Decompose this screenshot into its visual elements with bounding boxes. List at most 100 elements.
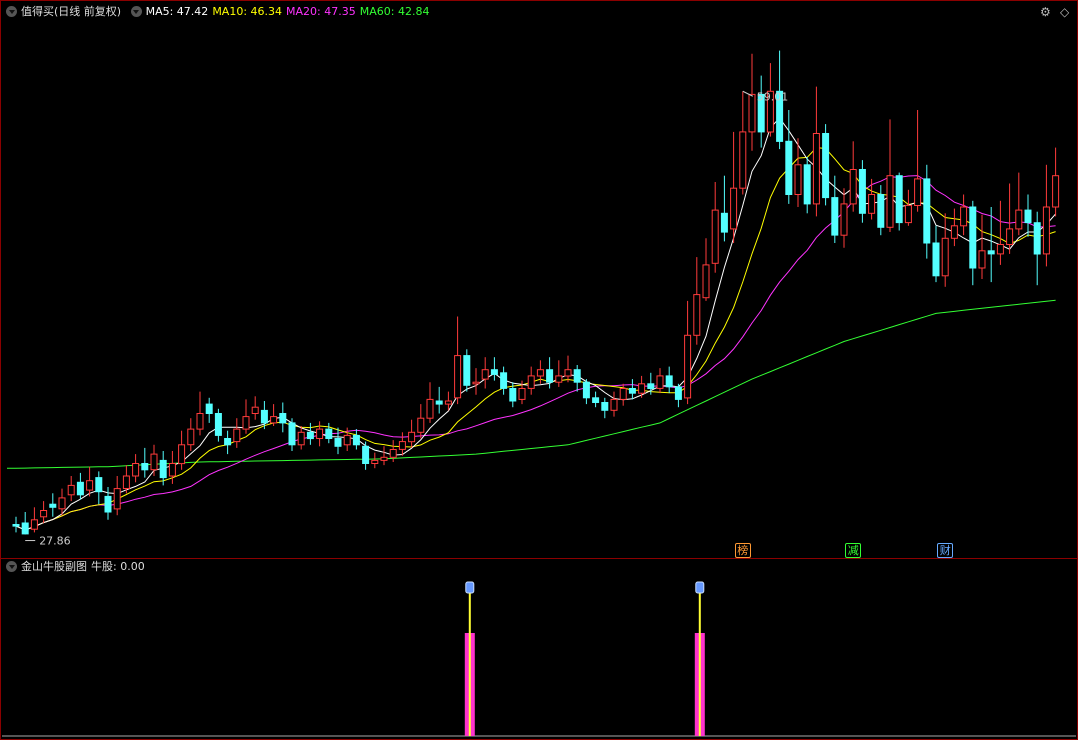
candle xyxy=(67,476,75,502)
candle xyxy=(316,421,324,447)
candle-body xyxy=(592,397,600,403)
candle-body xyxy=(1006,228,1014,245)
candle-body xyxy=(803,164,811,205)
candle xyxy=(454,316,462,405)
candle xyxy=(932,225,940,283)
candle-body xyxy=(619,388,627,400)
candle-body xyxy=(113,488,121,510)
candle-body xyxy=(582,381,590,399)
candle-body xyxy=(463,355,471,386)
candle-body xyxy=(720,212,728,233)
candle-body xyxy=(923,178,931,244)
candle xyxy=(858,160,866,223)
main-price-panel[interactable]: 59.01 27.86 xyxy=(7,50,1060,548)
candle xyxy=(435,386,443,414)
candle xyxy=(426,382,434,423)
candle xyxy=(527,366,535,395)
indicator-title: 金山牛股副图 xyxy=(21,560,87,573)
event-tag[interactable]: 榜 xyxy=(734,543,751,558)
candle-body xyxy=(472,381,480,385)
candle xyxy=(21,512,29,535)
candle-body xyxy=(1052,175,1060,208)
candle-body xyxy=(822,133,830,199)
candle xyxy=(628,379,636,400)
candle xyxy=(113,476,121,516)
candle xyxy=(76,472,84,500)
collapse-icon[interactable] xyxy=(130,6,142,17)
candle xyxy=(1024,194,1032,237)
ma60-value: MA60: 42.84 xyxy=(359,5,430,18)
candle-body xyxy=(426,398,434,419)
candle xyxy=(371,452,379,469)
signal-icon xyxy=(465,581,475,594)
candle-body xyxy=(1024,209,1032,224)
candle xyxy=(49,493,57,517)
candle-body xyxy=(316,428,324,440)
chart-canvas: 59.01 27.86 xyxy=(0,0,1078,740)
candle xyxy=(822,124,830,206)
candle-body xyxy=(518,388,526,400)
candle xyxy=(178,430,186,470)
candle-body xyxy=(67,484,75,496)
candle-body xyxy=(435,400,443,405)
candle xyxy=(601,397,609,419)
event-tag[interactable]: 减 xyxy=(845,543,862,558)
event-tag[interactable]: 财 xyxy=(937,543,954,558)
candle xyxy=(711,182,719,273)
candle-body xyxy=(242,416,250,430)
candle-body xyxy=(12,524,20,527)
candle xyxy=(408,419,416,448)
candle-body xyxy=(408,431,416,443)
candle-body xyxy=(932,242,940,277)
candle xyxy=(86,466,94,497)
candle xyxy=(785,110,793,204)
main-header: 值得买(日线 前复权) MA5: 47.42 MA10: 46.34 MA20: 4… xyxy=(6,5,433,19)
candle-body xyxy=(481,369,489,380)
candle xyxy=(472,368,480,395)
candle-body xyxy=(49,503,57,508)
gear-icon[interactable]: ⚙ xyxy=(1040,5,1051,19)
candle xyxy=(1052,147,1060,217)
candle-body xyxy=(555,375,563,383)
candle-body xyxy=(454,355,462,399)
collapse-icon[interactable] xyxy=(6,561,17,572)
indicator-value: 牛股: 0.00 xyxy=(91,560,145,573)
candle-body xyxy=(739,131,747,189)
candle-body xyxy=(610,398,618,411)
candle xyxy=(205,397,213,423)
candle-body xyxy=(260,409,268,424)
candle-body xyxy=(389,449,397,458)
candle xyxy=(187,418,195,451)
indicator-panel[interactable] xyxy=(2,581,1076,737)
candle xyxy=(914,110,922,212)
candle-body xyxy=(702,264,710,299)
candle-body xyxy=(969,206,977,269)
diamond-icon[interactable]: ◇ xyxy=(1060,5,1069,19)
candle xyxy=(923,164,931,259)
candle xyxy=(674,383,682,408)
max-price-label: 59.01 xyxy=(757,90,789,103)
candle xyxy=(886,119,894,232)
candle xyxy=(398,432,406,456)
candle xyxy=(334,427,342,455)
candle xyxy=(1006,183,1014,254)
candle-body xyxy=(527,375,535,389)
candle-body xyxy=(444,400,452,405)
sub-header: 金山牛股副图 牛股: 0.00 xyxy=(6,560,149,574)
candle-body xyxy=(187,428,195,446)
candle-body xyxy=(573,369,581,383)
candle-body xyxy=(122,475,130,489)
candle-body xyxy=(417,417,425,433)
candle xyxy=(30,507,38,533)
candle-body xyxy=(886,175,894,228)
candle xyxy=(812,86,820,217)
candle xyxy=(987,207,995,283)
candle xyxy=(960,194,968,236)
candle-body xyxy=(297,431,305,446)
candle-body xyxy=(352,434,360,446)
candle-body xyxy=(546,369,554,383)
candle-body xyxy=(58,497,66,510)
candle xyxy=(12,516,20,533)
collapse-icon[interactable] xyxy=(6,6,17,17)
candle-body xyxy=(895,175,903,224)
